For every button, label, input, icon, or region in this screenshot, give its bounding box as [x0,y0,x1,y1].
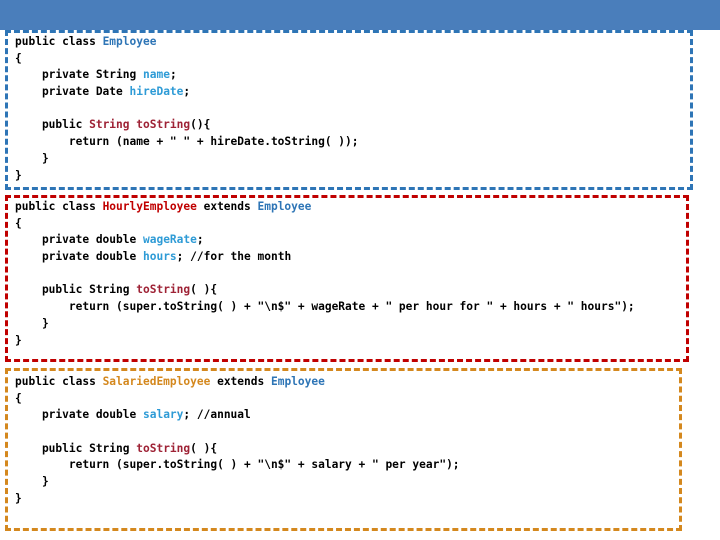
code-token: return (name + " " + hireDate.toString( … [15,135,359,149]
code-token: } [15,151,49,165]
code-line: private String name; [15,67,359,84]
code-token: public String [15,283,137,297]
code-token: extends [210,375,271,388]
code-token: hireDate [129,85,184,99]
code-line: { [15,51,359,68]
code-line: public class SalariedEmployee extends Em… [15,374,460,391]
code-token: ; [183,85,191,99]
code-token: ( ){ [190,441,218,455]
code-token: ; //for the month [176,250,292,264]
code-token: } [15,491,22,505]
code-token: } [15,316,49,330]
code-line: return (super.toString( ) + "\n$" + wage… [15,299,635,316]
code-token: public class [15,375,103,388]
code-token: return (super.toString( ) + "\n$" + sala… [15,458,460,472]
code-line: return (super.toString( ) + "\n$" + sala… [15,457,460,474]
code-token: private double [15,408,143,422]
code-token: (){ [190,118,211,132]
code-token: Employee [257,200,312,213]
code-token: } [15,475,49,489]
code-token: String toString [89,118,191,132]
code-line: private double hours; //for the month [15,249,635,266]
code-token: hours [142,250,177,264]
code-token: public class [15,35,103,48]
code-line: private Date hireDate; [15,84,359,101]
code-text-employee: public class Employee{ private String na… [15,34,359,184]
code-line: { [15,216,635,233]
code-token: public class [15,200,103,213]
code-token: toString [136,283,191,297]
slide-top-banner [0,0,720,30]
slide-canvas: public class Employee{ private String na… [0,0,720,540]
code-line: } [15,491,460,508]
code-token: wageRate [142,233,197,247]
code-token: private double [15,233,143,247]
code-line: } [15,151,359,168]
code-token: HourlyEmployee [102,200,197,213]
code-token: ( ){ [190,283,218,297]
code-token: { [15,51,22,65]
code-token: SalariedEmployee [102,375,211,388]
code-token: private double [15,250,143,264]
code-token: ; [196,233,204,247]
code-token: } [15,168,22,182]
code-token: toString [136,441,191,455]
code-token: } [15,333,22,347]
code-line: public String toString(){ [15,117,359,134]
code-line: private double salary; //annual [15,407,460,424]
code-line: } [15,474,460,491]
code-line: } [15,316,635,333]
code-text-salaried-employee: public class SalariedEmployee extends Em… [15,374,460,508]
code-token: { [15,391,22,405]
code-token: extends [196,200,258,213]
code-line: private double wageRate; [15,232,635,249]
code-token: ; //annual [183,408,251,422]
code-line: public String toString( ){ [15,282,635,299]
code-text-hourly-employee: public class HourlyEmployee extends Empl… [15,199,635,349]
code-line: } [15,333,635,350]
code-line: public class HourlyEmployee extends Empl… [15,199,635,216]
code-token: name [142,68,170,82]
code-token: Employee [102,35,157,48]
code-line: { [15,391,460,408]
code-token: { [15,216,22,230]
code-line: return (name + " " + hireDate.toString( … [15,134,359,151]
code-token: ; [169,68,177,82]
code-token: public String [15,441,137,455]
code-token: public [15,118,90,132]
code-line: public class Employee [15,34,359,51]
code-token: private Date [15,85,130,99]
code-line: public String toString( ){ [15,441,460,458]
code-token: return (super.toString( ) + "\n$" + wage… [15,300,635,314]
code-line: } [15,168,359,185]
code-token: salary [142,408,184,422]
code-token: private String [15,68,143,82]
code-token: Employee [270,375,325,388]
